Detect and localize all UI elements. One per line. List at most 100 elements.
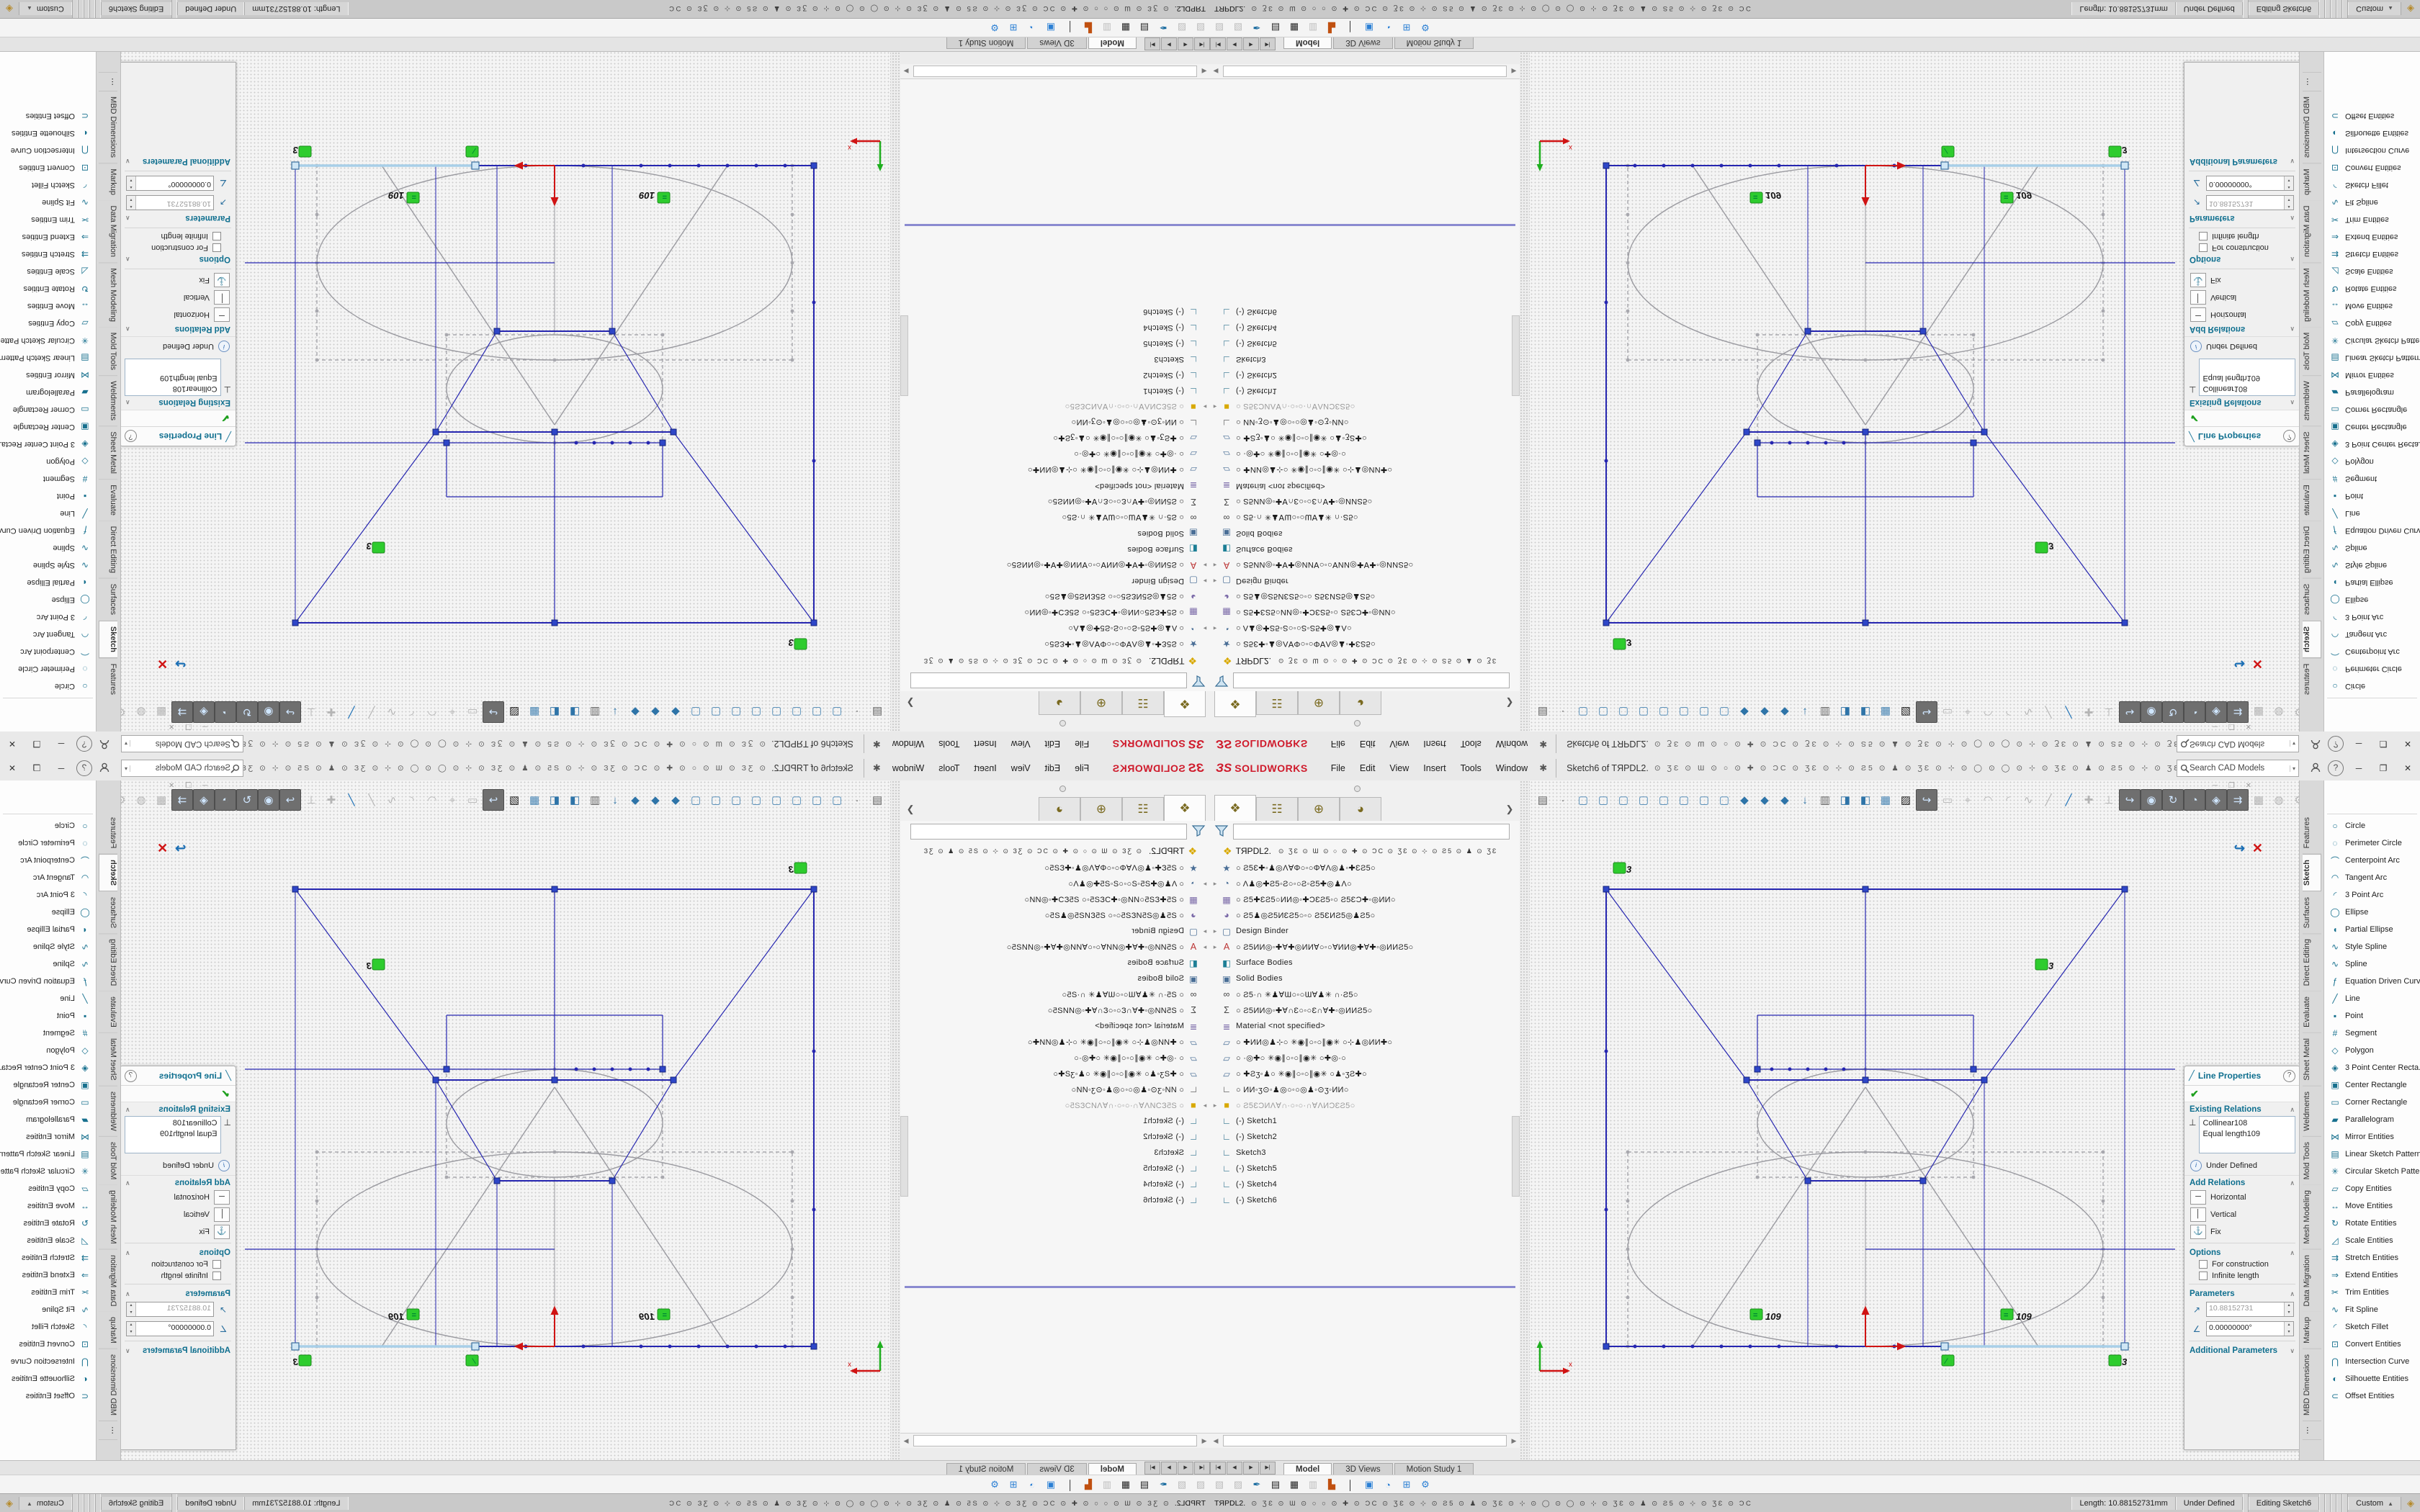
tab-scroll-button[interactable]: ▶ xyxy=(1161,37,1177,50)
toolbar-icon[interactable]: ⌖ xyxy=(442,702,462,722)
tree-node[interactable]: ▣ Solid Bodies xyxy=(1210,971,1520,986)
toolbar-icon[interactable]: ↓ xyxy=(605,702,625,722)
toolbar-icon[interactable]: ▦ xyxy=(2249,790,2269,810)
for-construction-checkbox[interactable]: For construction xyxy=(2184,1259,2300,1270)
tree-node[interactable]: ◕ ○ Ƨ5♟◎Ƨ5ИƐƧ5○◦○ Ƨ5ƐИƧ5◎♟Ƨ5○ xyxy=(1210,907,1520,923)
motion-toolbar-icon[interactable]: ▦ xyxy=(1116,22,1135,33)
tree-node[interactable]: ∟ (-) Sketch4 xyxy=(1210,1176,1520,1192)
additional-parameters-header[interactable]: Additional Parameters ∨ xyxy=(120,156,236,168)
toolbar-icon[interactable]: ↪ xyxy=(2119,701,2141,723)
relations-listbox[interactable]: Collinear108Equal length109 xyxy=(125,359,221,396)
pane-splitter[interactable] xyxy=(1520,780,1530,1460)
sketch-tool-item[interactable]: ◖ Partial Ellipse xyxy=(0,921,96,938)
toolbar-icon[interactable]: ◆ xyxy=(645,790,666,810)
sketch-tool-item[interactable]: ◠ Tangent Arc xyxy=(2324,869,2420,886)
tab-scroll-button[interactable]: |◀ xyxy=(1194,1462,1210,1475)
scroll-left-icon[interactable]: ◀ xyxy=(1210,1437,1222,1445)
tree-node[interactable]: ◧ Surface Bodies xyxy=(900,955,1210,971)
panel-help-icon[interactable]: ? xyxy=(2283,1070,2295,1082)
document-tab[interactable]: Model xyxy=(1088,37,1137,49)
menu-item[interactable]: Insert xyxy=(967,736,1003,752)
sketch-tool-item[interactable]: ⋂ Intersection Curve xyxy=(0,142,96,159)
toolbar-icon[interactable]: ◆ xyxy=(625,702,645,722)
tree-root-node[interactable]: ❖ TЯPDL2. ⊙ ƷƐ ⊙ Ɯ ⊙ ○ ⊙ ✚ ⊙ ƆC ⊙ ƷƐ ⊙ ⊹… xyxy=(900,842,1210,860)
sketch-tool-item[interactable]: ▣ Center Rectangle xyxy=(0,418,96,436)
tree-node[interactable]: ∟ (-) Sketch5 xyxy=(1210,1161,1520,1176)
tree-node[interactable]: ★ ○ Ƨ5Ɛ✚◦♟◎Λ∀Φ○◦○Φ∀Λ◎♟◦✚ƐƧ5○ xyxy=(900,860,1210,876)
tree-expander-icon[interactable]: ▸ xyxy=(1200,403,1210,411)
motion-toolbar-icon[interactable]: ⊞ xyxy=(1004,22,1023,33)
tree-horizontal-scrollbar[interactable]: ◀ ▶ xyxy=(1210,64,1520,79)
toolbar-icon[interactable]: ▦ xyxy=(524,790,544,810)
sketch-tool-item[interactable]: ▪ Point xyxy=(0,487,96,505)
menu-item[interactable]: Insert xyxy=(1416,736,1453,752)
angle-spinner[interactable]: ▴▾ xyxy=(2284,1322,2293,1336)
commandmanager-tab[interactable]: Features xyxy=(99,658,117,700)
tree-node[interactable]: ▱ ○ ✚Ƨʒ◦♟○ ✳◉∥○◦○∥◉✳ ○♟◦ʒƧ✚○ xyxy=(1210,1066,1520,1081)
tree-vertical-scrollbar[interactable] xyxy=(1512,1116,1520,1197)
tree-horizontal-scrollbar[interactable]: ◀ ▶ xyxy=(900,64,1210,79)
motion-toolbar-icon[interactable]: │ xyxy=(1341,1480,1360,1490)
tree-filter-input[interactable] xyxy=(910,672,1187,688)
pin-icon[interactable]: ✱ xyxy=(873,738,881,750)
checkbox-icon[interactable] xyxy=(212,232,221,240)
commandmanager-tab[interactable]: Evaluate xyxy=(99,479,117,521)
minimize-button[interactable]: ─ xyxy=(2347,756,2371,780)
vertical-relation-button[interactable]: │ Vertical xyxy=(120,1206,236,1223)
for-construction-checkbox[interactable]: For construction xyxy=(120,242,236,253)
pin-icon[interactable]: ✱ xyxy=(1539,738,1547,750)
toolbar-icon[interactable]: ▢ xyxy=(726,790,746,810)
toolbar-icon[interactable]: ╱ xyxy=(341,702,362,722)
toolbar-icon[interactable]: ╱ xyxy=(362,702,382,722)
commandmanager-tab[interactable]: Mold Tools xyxy=(2303,327,2321,375)
sketch-tool-item[interactable]: ⊂ Offset Entities xyxy=(2324,1387,2420,1405)
sketch-tool-item[interactable]: ✂ Trim Entities xyxy=(2324,211,2420,228)
motion-toolbar-icon[interactable]: ✒ xyxy=(1154,22,1173,33)
tree-node[interactable]: ∟ Sketch3 xyxy=(1210,1145,1520,1161)
sketch-tool-item[interactable]: ◯ Ellipse xyxy=(2324,591,2420,608)
sketch-tool-item[interactable]: ↔ Move Entities xyxy=(0,1197,96,1215)
toolbar-icon[interactable]: ▤ xyxy=(867,790,887,810)
commandmanager-tab[interactable]: Sheet Metal xyxy=(2303,426,2321,479)
toolbar-icon[interactable]: ▢ xyxy=(746,790,766,810)
tree-node[interactable]: ∟ ○ ИИ◦ʒ⊙◦♟◎○◦○◎♟◦⊙ʒ◦ИИ○ xyxy=(1210,415,1520,431)
relation-item[interactable]: Equal length109 xyxy=(2202,1129,2292,1140)
fix-relation-button[interactable]: ⚓ Fix xyxy=(2184,1223,2300,1241)
commandmanager-tab[interactable]: Weldments xyxy=(2303,1086,2321,1137)
toolbar-icon[interactable]: ▦ xyxy=(151,790,171,810)
sketch-tool-item[interactable]: # Segment xyxy=(0,1025,96,1042)
sketch-tool-item[interactable]: ⋂ Intersection Curve xyxy=(0,1353,96,1370)
tree-node[interactable]: ◕ ○ Ƨ5♟◎Ƨ5ИƐƧ5○◦○ Ƨ5ƐИƧ5◎♟Ƨ5○ xyxy=(900,907,1210,923)
checkbox-icon[interactable] xyxy=(212,1272,221,1280)
toolbar-icon[interactable]: ▢ xyxy=(1613,790,1634,810)
tree-node[interactable]: ∟ (-) Sketch2 xyxy=(900,1129,1210,1145)
toolbar-icon[interactable]: ◆ xyxy=(1775,702,1795,722)
commandmanager-tab[interactable]: Sketch xyxy=(99,621,117,658)
existing-relations-header[interactable]: Existing Relations ∧ xyxy=(2184,1102,2300,1115)
toolbar-icon[interactable]: ◆ xyxy=(1734,790,1754,810)
sketch-tool-item[interactable]: ◇ Polygon xyxy=(0,1042,96,1059)
tree-node[interactable]: ▱ ○ ✚ИИ◎♟⊹○ ✳◉∥○◦○∥◉✳ ○⊹♟◎ИИ✚○ xyxy=(900,462,1210,478)
toolbar-icon[interactable]: ▢ xyxy=(706,702,726,722)
fix-relation-button[interactable]: ⚓ Fix xyxy=(2184,271,2300,289)
toolbar-icon[interactable]: · xyxy=(847,790,867,810)
length-spinner[interactable]: ▴▾ xyxy=(2284,1302,2293,1316)
mbd-tab-icon[interactable]: ◈ xyxy=(2407,1498,2414,1509)
toolbar-icon[interactable]: ◠ xyxy=(1978,790,1998,810)
menu-item[interactable]: File xyxy=(1324,736,1353,752)
tree-node[interactable]: ≣ Material <not specified> xyxy=(1210,478,1520,494)
sketch-tool-item[interactable]: ▪ Point xyxy=(2324,487,2420,505)
toolbar-icon[interactable]: ⇉ xyxy=(171,701,193,723)
sketch-tool-item[interactable]: ╱ Line xyxy=(2324,505,2420,522)
sketch-tool-item[interactable]: ◿ Scale Entities xyxy=(2324,263,2420,280)
close-button[interactable]: ✕ xyxy=(2396,756,2420,780)
sketch-tool-item[interactable]: ◜ 3 Point Arc xyxy=(0,886,96,904)
tree-node[interactable]: ▱ ○ ✚ИИ◎♟⊹○ ✳◉∥○◦○∥◉✳ ○⊹♟◎ИИ✚○ xyxy=(1210,1034,1520,1050)
relations-listbox[interactable]: Collinear108Equal length109 xyxy=(125,1116,221,1153)
tree-node[interactable]: ∞ ○ Ƨ5·∩ ✳♟∀Ɯ○◦○Ɯ∀♟✳ ∩·Ƨ5○ xyxy=(1210,510,1520,526)
sketch-tool-item[interactable]: ▰ Parallelogram xyxy=(0,1111,96,1128)
mbd-tab-icon[interactable]: ◈ xyxy=(6,1498,13,1509)
tab-scroll-button[interactable]: ▶| xyxy=(1260,1462,1276,1475)
tree-node[interactable]: ∞ ○ Ƨ5·∩ ✳♟∀Ɯ○◦○Ɯ∀♟✳ ∩·Ƨ5○ xyxy=(1210,986,1520,1002)
sketch-tool-item[interactable]: ƒ Equation Driven Curve xyxy=(0,973,96,990)
